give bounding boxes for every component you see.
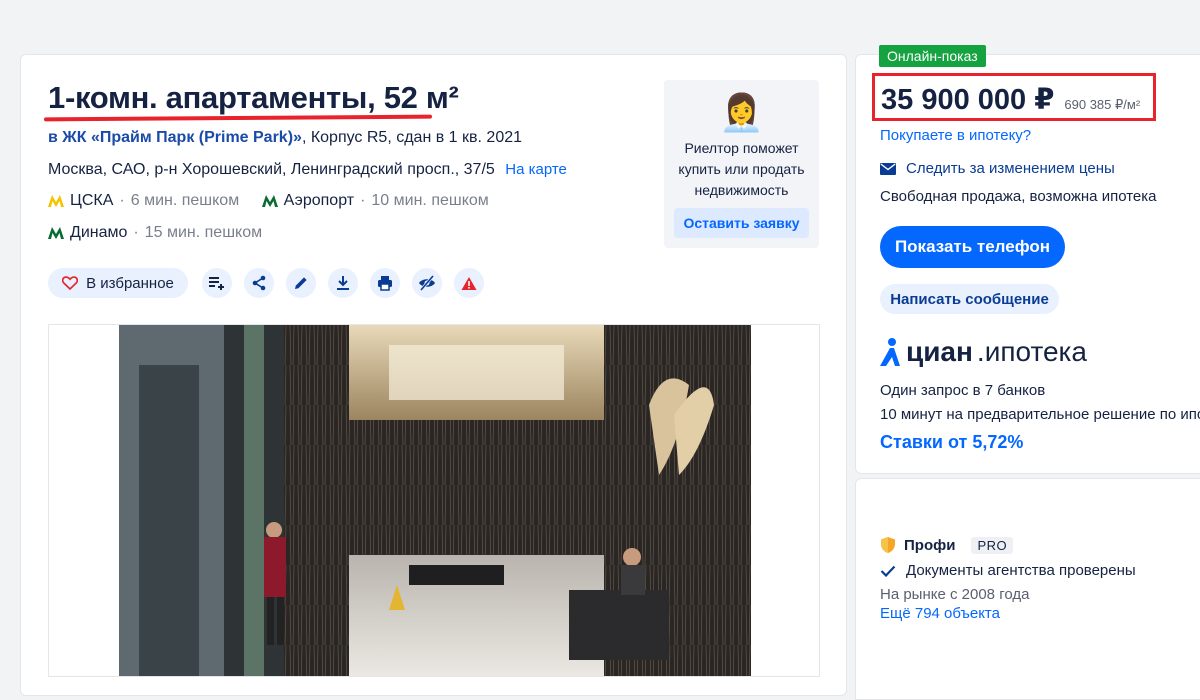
mortgage-line-2: 10 минут на предварительное решение по и…: [880, 406, 1200, 423]
more-listings-link[interactable]: Ещё 794 объекта: [880, 605, 1000, 622]
list-add-button[interactable]: [202, 268, 232, 298]
map-link[interactable]: На карте: [505, 161, 567, 178]
mortgage-link[interactable]: Покупаете в ипотеку?: [880, 127, 1031, 144]
address-text: Москва, САО, р-н Хорошевский, Ленинградс…: [48, 161, 495, 178]
share-button[interactable]: [244, 268, 274, 298]
metro-icon: [261, 195, 278, 207]
edit-icon: [295, 277, 307, 289]
price-per-m2: 690 385 ₽/м²: [1064, 97, 1141, 112]
complex-row: в ЖК «Прайм Парк (Prime Park)», Корпус R…: [48, 129, 522, 147]
mortgage-rate-link[interactable]: Ставки от 5,72%: [880, 432, 1023, 453]
metro-station: ЦСКА: [70, 192, 114, 209]
metro-row-1: ЦСКА · 6 мин. пешком Аэропорт · 10 мин. …: [48, 192, 507, 212]
cian-logo-bold: циан: [906, 336, 973, 367]
metro-icon: [48, 227, 64, 239]
report-button[interactable]: [454, 268, 484, 298]
metro-station: Аэропорт: [283, 192, 355, 209]
report-icon: [461, 276, 477, 290]
metro-time: 6 мин. пешком: [130, 192, 240, 209]
mail-icon: [880, 162, 896, 175]
realtor-emoji: 👩‍💼: [719, 92, 764, 133]
price-value: 35 900 000 ₽: [881, 84, 1055, 116]
edit-button[interactable]: [286, 268, 316, 298]
metro-time: 10 мин. пешком: [371, 192, 489, 209]
agency-name: Профи: [904, 536, 956, 554]
metro-item[interactable]: ЦСКА · 6 мин. пешком: [48, 192, 239, 210]
favorite-button[interactable]: В избранное: [48, 268, 188, 298]
share-icon: [252, 275, 266, 291]
realtor-card: 👩‍💼 Риелтор поможет купить или продать н…: [664, 80, 819, 248]
metro-station: Динамо: [70, 224, 128, 241]
leave-request-button[interactable]: Оставить заявку: [674, 208, 809, 238]
track-price-row[interactable]: Следить за изменением цены: [880, 160, 1115, 177]
hide-button[interactable]: [412, 268, 442, 298]
listing-photo[interactable]: [48, 324, 820, 677]
agency-since: На рынке с 2008 года: [880, 586, 1030, 603]
metro-time: 15 мин. пешком: [144, 224, 263, 241]
mortgage-line-1: Один запрос в 7 банков: [880, 382, 1046, 399]
complex-details: , Корпус R5, сдан в 1 кв. 2021: [301, 129, 523, 146]
sale-terms: Свободная продажа, возможна ипотека: [880, 188, 1157, 205]
write-message-button[interactable]: Написать сообщение: [880, 284, 1059, 314]
realtor-text: Риелтор поможет купить или продать недви…: [678, 140, 805, 198]
shield-icon: [881, 537, 895, 553]
listing-title: 1-комн. апартаменты, 52 м²: [48, 80, 459, 115]
show-phone-button[interactable]: Показать телефон: [880, 226, 1065, 268]
download-icon: [337, 276, 349, 290]
verified-row: Документы агентства проверены: [880, 562, 1136, 579]
print-icon: [378, 276, 392, 291]
download-button[interactable]: [328, 268, 358, 298]
metro-item[interactable]: Динамо · 15 мин. пешком: [48, 224, 262, 242]
list-add-icon: [209, 277, 224, 290]
price-highlight-box: 35 900 000 ₽ 690 385 ₽/м²: [872, 73, 1156, 121]
metro-icon: [48, 195, 64, 207]
print-button[interactable]: [370, 268, 400, 298]
online-viewing-badge: Онлайн-показ: [879, 45, 986, 67]
favorite-label: В избранное: [86, 274, 174, 292]
verified-text: Документы агентства проверены: [906, 562, 1136, 579]
cian-logo-rest: .ипотека: [976, 336, 1087, 367]
metro-item[interactable]: Аэропорт · 10 мин. пешком: [261, 192, 489, 210]
pro-badge: PRO: [971, 536, 1014, 554]
lobby-photo-image: [119, 325, 751, 676]
check-icon: [880, 565, 896, 577]
metro-row-2: Динамо · 15 мин. пешком: [48, 224, 280, 244]
track-price-link[interactable]: Следить за изменением цены: [906, 160, 1115, 177]
address-row: Москва, САО, р-н Хорошевский, Ленинградс…: [48, 161, 567, 179]
cian-logo-icon: [880, 338, 900, 366]
hide-icon: [419, 275, 435, 291]
heart-icon: [62, 276, 79, 290]
complex-link[interactable]: в ЖК «Прайм Парк (Prime Park)»: [48, 129, 302, 146]
agency-name-row[interactable]: Профи PRO: [880, 536, 1014, 554]
cian-mortgage-logo[interactable]: циан .ипотека: [878, 336, 1087, 368]
